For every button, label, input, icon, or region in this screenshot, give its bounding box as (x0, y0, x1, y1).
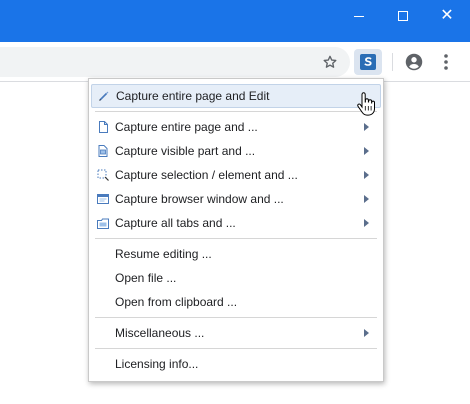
page-icon (97, 121, 109, 133)
star-icon[interactable] (319, 51, 341, 73)
edit-pencil-icon (98, 90, 110, 102)
more-vert-icon[interactable] (438, 52, 454, 72)
menu-item-capture-entire-page-edit[interactable]: Capture entire page and Edit (91, 84, 381, 108)
selection-icon (97, 169, 109, 181)
menu-item-label: Open file ... (115, 271, 177, 285)
minimize-icon (354, 15, 364, 17)
visible-part-icon (97, 145, 109, 157)
menu-item-label: Capture visible part and ... (115, 144, 256, 158)
menu-item-resume-editing[interactable]: Resume editing ... (89, 242, 383, 266)
menu-item-capture-all-tabs[interactable]: Capture all tabs and ... (89, 211, 383, 235)
menu-item-open-from-clipboard[interactable]: Open from clipboard ... (89, 290, 383, 314)
capture-menu: Capture entire page and Edit Capture ent… (88, 78, 384, 382)
menu-item-label: Licensing info... (115, 357, 199, 371)
menu-item-label: Miscellaneous ... (115, 326, 205, 340)
submenu-arrow-icon (364, 171, 369, 179)
all-tabs-icon (97, 217, 109, 229)
menu-item-label: Capture selection / element and ... (115, 168, 298, 182)
close-icon: ✕ (440, 7, 454, 24)
screenshot-extension-icon (360, 54, 376, 70)
submenu-arrow-icon (364, 147, 369, 155)
menu-item-licensing-info[interactable]: Licensing info... (89, 352, 383, 376)
menu-item-capture-visible-part[interactable]: Capture visible part and ... (89, 139, 383, 163)
menu-divider (95, 111, 377, 112)
submenu-arrow-icon (364, 123, 369, 131)
menu-divider (95, 348, 377, 349)
menu-item-label: Capture entire page and ... (115, 120, 258, 134)
toolbar-separator (392, 53, 393, 71)
menu-item-label: Capture browser window and ... (115, 192, 284, 206)
menu-item-label: Capture all tabs and ... (115, 216, 236, 230)
menu-item-label: Open from clipboard ... (115, 295, 238, 309)
menu-item-miscellaneous[interactable]: Miscellaneous ... (89, 321, 383, 345)
menu-item-label: Capture entire page and Edit (116, 89, 270, 103)
menu-item-label: Resume editing ... (115, 247, 212, 261)
maximize-button[interactable] (381, 0, 425, 32)
menu-item-capture-selection[interactable]: Capture selection / element and ... (89, 163, 383, 187)
menu-divider (95, 317, 377, 318)
submenu-arrow-icon (364, 219, 369, 227)
screenshot-extension-button[interactable] (354, 49, 382, 75)
minimize-button[interactable] (337, 0, 381, 32)
menu-divider (95, 238, 377, 239)
browser-window-icon (97, 193, 109, 205)
submenu-arrow-icon (364, 195, 369, 203)
hand-pointer-cursor-icon (356, 92, 376, 116)
account-circle-icon[interactable] (404, 52, 424, 72)
close-button[interactable]: ✕ (425, 0, 469, 32)
browser-titlebar: ✕ (0, 0, 470, 42)
address-bar[interactable] (0, 47, 350, 77)
menu-item-capture-entire-page[interactable]: Capture entire page and ... (89, 115, 383, 139)
maximize-icon (398, 11, 408, 21)
menu-item-open-file[interactable]: Open file ... (89, 266, 383, 290)
browser-toolbar (0, 42, 470, 82)
menu-item-capture-browser-window[interactable]: Capture browser window and ... (89, 187, 383, 211)
submenu-arrow-icon (364, 329, 369, 337)
